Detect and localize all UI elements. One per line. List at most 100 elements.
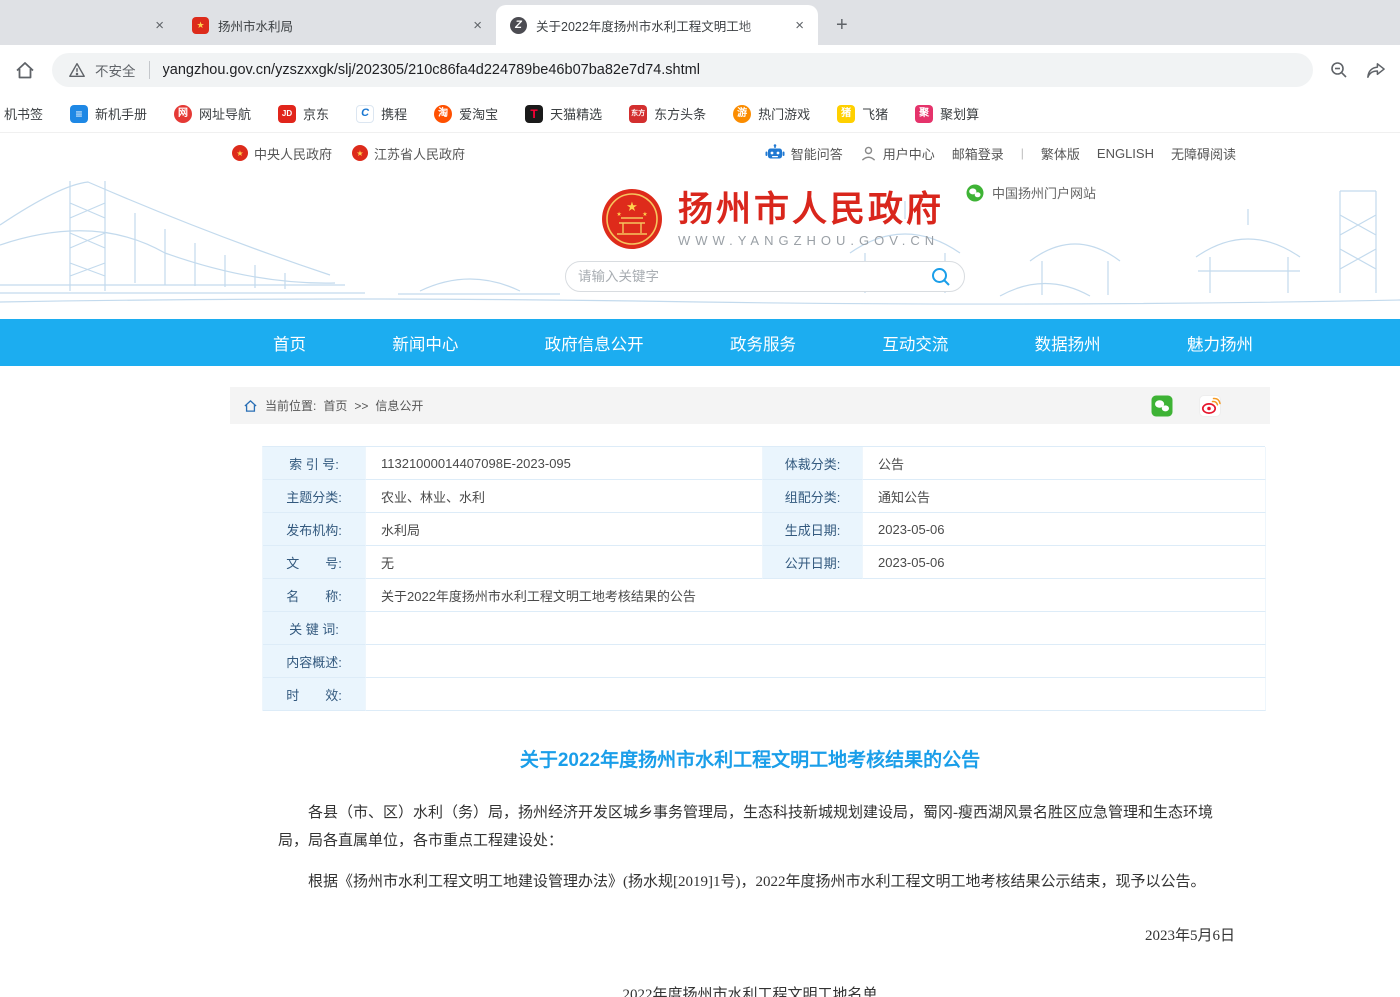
address-bar[interactable]: 不安全 yangzhou.gov.cn/yzszxxgk/slj/202305/…: [52, 53, 1313, 87]
gov-link-label: 江苏省人民政府: [374, 144, 465, 163]
bookmark-mobile[interactable]: 机书签: [4, 104, 43, 123]
bookmark-juhuasuan[interactable]: 聚 聚划算: [915, 104, 979, 123]
tab-yangzhou-water-bureau[interactable]: ★ 扬州市水利局 ×: [178, 5, 496, 45]
national-emblem-favicon: ★: [192, 17, 209, 34]
breadcrumb-separator: >>: [354, 399, 368, 413]
link-smart-qa[interactable]: 智能问答: [765, 144, 843, 163]
bookmark-icon: T: [525, 105, 543, 123]
link-traditional-chinese[interactable]: 繁体版: [1041, 144, 1080, 163]
meta-label: 生成日期:: [763, 513, 863, 546]
search-icon[interactable]: [930, 266, 952, 288]
home-icon[interactable]: [14, 59, 36, 81]
meta-label: 内容概述:: [263, 645, 366, 678]
address-divider: [149, 61, 150, 79]
tab-active-announcement[interactable]: Z 关于2022年度扬州市水利工程文明工地 ×: [496, 5, 818, 45]
bookmark-icon: 东方: [629, 105, 647, 123]
bookmark-label: 机书签: [4, 104, 43, 123]
worksite-list-title: 2022年度扬州市水利工程文明工地名单: [230, 983, 1270, 997]
svg-text:★: ★: [642, 211, 647, 218]
main-navigation: 首页 新闻中心 政府信息公开 政务服务 互动交流 数据扬州 魅力扬州: [0, 319, 1400, 366]
site-banner: ★ ★ ★ 扬州市人民政府 WWW.YANGZHOU.GOV.CN 中国扬州门户…: [0, 173, 1400, 319]
meta-value-created-date: 2023-05-06: [863, 513, 1266, 546]
breadcrumb: 当前位置: 首页 >> 信息公开: [230, 387, 1270, 424]
meta-value-category: 通知公告: [863, 480, 1266, 513]
breadcrumb-home-icon: [243, 399, 258, 413]
bookmark-games[interactable]: 游 热门游戏: [733, 104, 810, 123]
bookmark-fliggy[interactable]: 猪 飞猪: [837, 104, 888, 123]
tab-leftmost-partial[interactable]: ×: [0, 5, 178, 45]
nav-info-disclosure[interactable]: 政府信息公开: [545, 331, 644, 355]
bookmarks-bar: 机书签 ≡ 新机手册 网 网址导航 JD 京东 C 携程 淘 爱淘宝 T 天猫精…: [0, 95, 1400, 133]
nav-gov-services[interactable]: 政务服务: [730, 331, 796, 355]
tab-close-icon[interactable]: ×: [151, 18, 168, 33]
search-input[interactable]: [578, 269, 930, 284]
breadcrumb-current[interactable]: 信息公开: [375, 397, 423, 414]
link-central-government[interactable]: ★ 中央人民政府: [232, 144, 332, 163]
zoom-out-icon[interactable]: [1329, 60, 1349, 80]
bookmark-toutiao[interactable]: 东方 东方头条: [629, 104, 706, 123]
national-emblem-icon: ★: [352, 145, 368, 161]
meta-label: 时 效:: [263, 678, 366, 711]
meta-value-publisher: 水利局: [366, 513, 763, 546]
warning-icon: [68, 61, 86, 79]
site-logo[interactable]: ★ ★ ★ 扬州市人民政府 WWW.YANGZHOU.GOV.CN: [600, 187, 944, 251]
bookmark-icon: 网: [174, 105, 192, 123]
national-emblem-icon: ★: [232, 145, 248, 161]
gov-link-label: 智能问答: [791, 144, 843, 163]
gov-links-separator: |: [1021, 146, 1024, 160]
wechat-share-icon[interactable]: [1151, 395, 1173, 417]
bookmark-label: 飞猪: [862, 104, 888, 123]
bookmark-icon: JD: [278, 105, 296, 123]
bookmark-label: 东方头条: [654, 104, 706, 123]
security-label[interactable]: 不安全: [95, 60, 136, 80]
bookmark-label: 天猫精选: [550, 104, 602, 123]
new-tab-button[interactable]: +: [828, 14, 856, 37]
nav-news-center[interactable]: 新闻中心: [392, 331, 458, 355]
meta-label: 索 引 号:: [263, 447, 366, 480]
article-title: 关于2022年度扬州市水利工程文明工地考核结果的公告: [230, 745, 1270, 772]
meta-label: 公开日期:: [763, 546, 863, 579]
breadcrumb-home-link[interactable]: 首页: [323, 397, 347, 414]
meta-value-summary: [366, 645, 1266, 678]
bookmark-taobao[interactable]: 淘 爱淘宝: [434, 104, 498, 123]
article-paragraph: 各县（市、区）水利（务）局，扬州经济开发区城乡事务管理局，生态科技新城规划建设局…: [278, 800, 1222, 856]
bookmark-icon: ≡: [70, 105, 88, 123]
browser-tab-strip: × ★ 扬州市水利局 × Z 关于2022年度扬州市水利工程文明工地 × +: [0, 0, 1400, 45]
gov-links-bar: ★ 中央人民政府 ★ 江苏省人民政府 智能问答: [0, 133, 1400, 173]
site-url-caption: WWW.YANGZHOU.GOV.CN: [678, 233, 944, 248]
tab-close-icon[interactable]: ×: [791, 18, 808, 33]
gov-link-label: 中央人民政府: [254, 144, 332, 163]
nav-interaction[interactable]: 互动交流: [882, 331, 948, 355]
tab-close-icon[interactable]: ×: [469, 18, 486, 33]
bookmark-icon: 淘: [434, 105, 452, 123]
meta-value-topic: 农业、林业、水利: [366, 480, 763, 513]
weibo-share-icon[interactable]: [1199, 395, 1221, 417]
link-user-center[interactable]: 用户中心: [860, 144, 935, 163]
bookmark-nav-site[interactable]: 网 网址导航: [174, 104, 251, 123]
bookmark-ctrip[interactable]: C 携程: [356, 104, 407, 123]
national-emblem-logo: ★ ★ ★: [600, 187, 664, 251]
document-meta-table: 索 引 号: 11321000014407098E-2023-095 体裁分类:…: [262, 446, 1265, 711]
bookmark-label: 爱淘宝: [459, 104, 498, 123]
url-text[interactable]: yangzhou.gov.cn/yzszxxgk/slj/202305/210c…: [163, 62, 700, 78]
bookmark-manual[interactable]: ≡ 新机手册: [70, 104, 147, 123]
bookmark-jd[interactable]: JD 京东: [278, 104, 329, 123]
share-icon[interactable]: [1365, 60, 1386, 81]
link-accessibility[interactable]: 无障碍阅读: [1171, 144, 1236, 163]
portal-link[interactable]: 中国扬州门户网站: [966, 183, 1096, 202]
meta-label: 发布机构:: [263, 513, 366, 546]
link-email-login[interactable]: 邮箱登录: [952, 144, 1004, 163]
link-english[interactable]: ENGLISH: [1097, 146, 1154, 161]
bookmark-icon: 游: [733, 105, 751, 123]
meta-value-publish-date: 2023-05-06: [863, 546, 1266, 579]
bookmark-tmall[interactable]: T 天猫精选: [525, 104, 602, 123]
tab-title: 关于2022年度扬州市水利工程文明工地: [536, 16, 782, 35]
meta-value-keywords: [366, 612, 1266, 645]
nav-data-yangzhou[interactable]: 数据扬州: [1035, 331, 1101, 355]
link-jiangsu-government[interactable]: ★ 江苏省人民政府: [352, 144, 465, 163]
nav-charming-yangzhou[interactable]: 魅力扬州: [1187, 331, 1253, 355]
bookmark-label: 聚划算: [940, 104, 979, 123]
breadcrumb-prefix: 当前位置:: [265, 397, 316, 414]
meta-label: 关 键 词:: [263, 612, 366, 645]
nav-home[interactable]: 首页: [273, 331, 306, 355]
